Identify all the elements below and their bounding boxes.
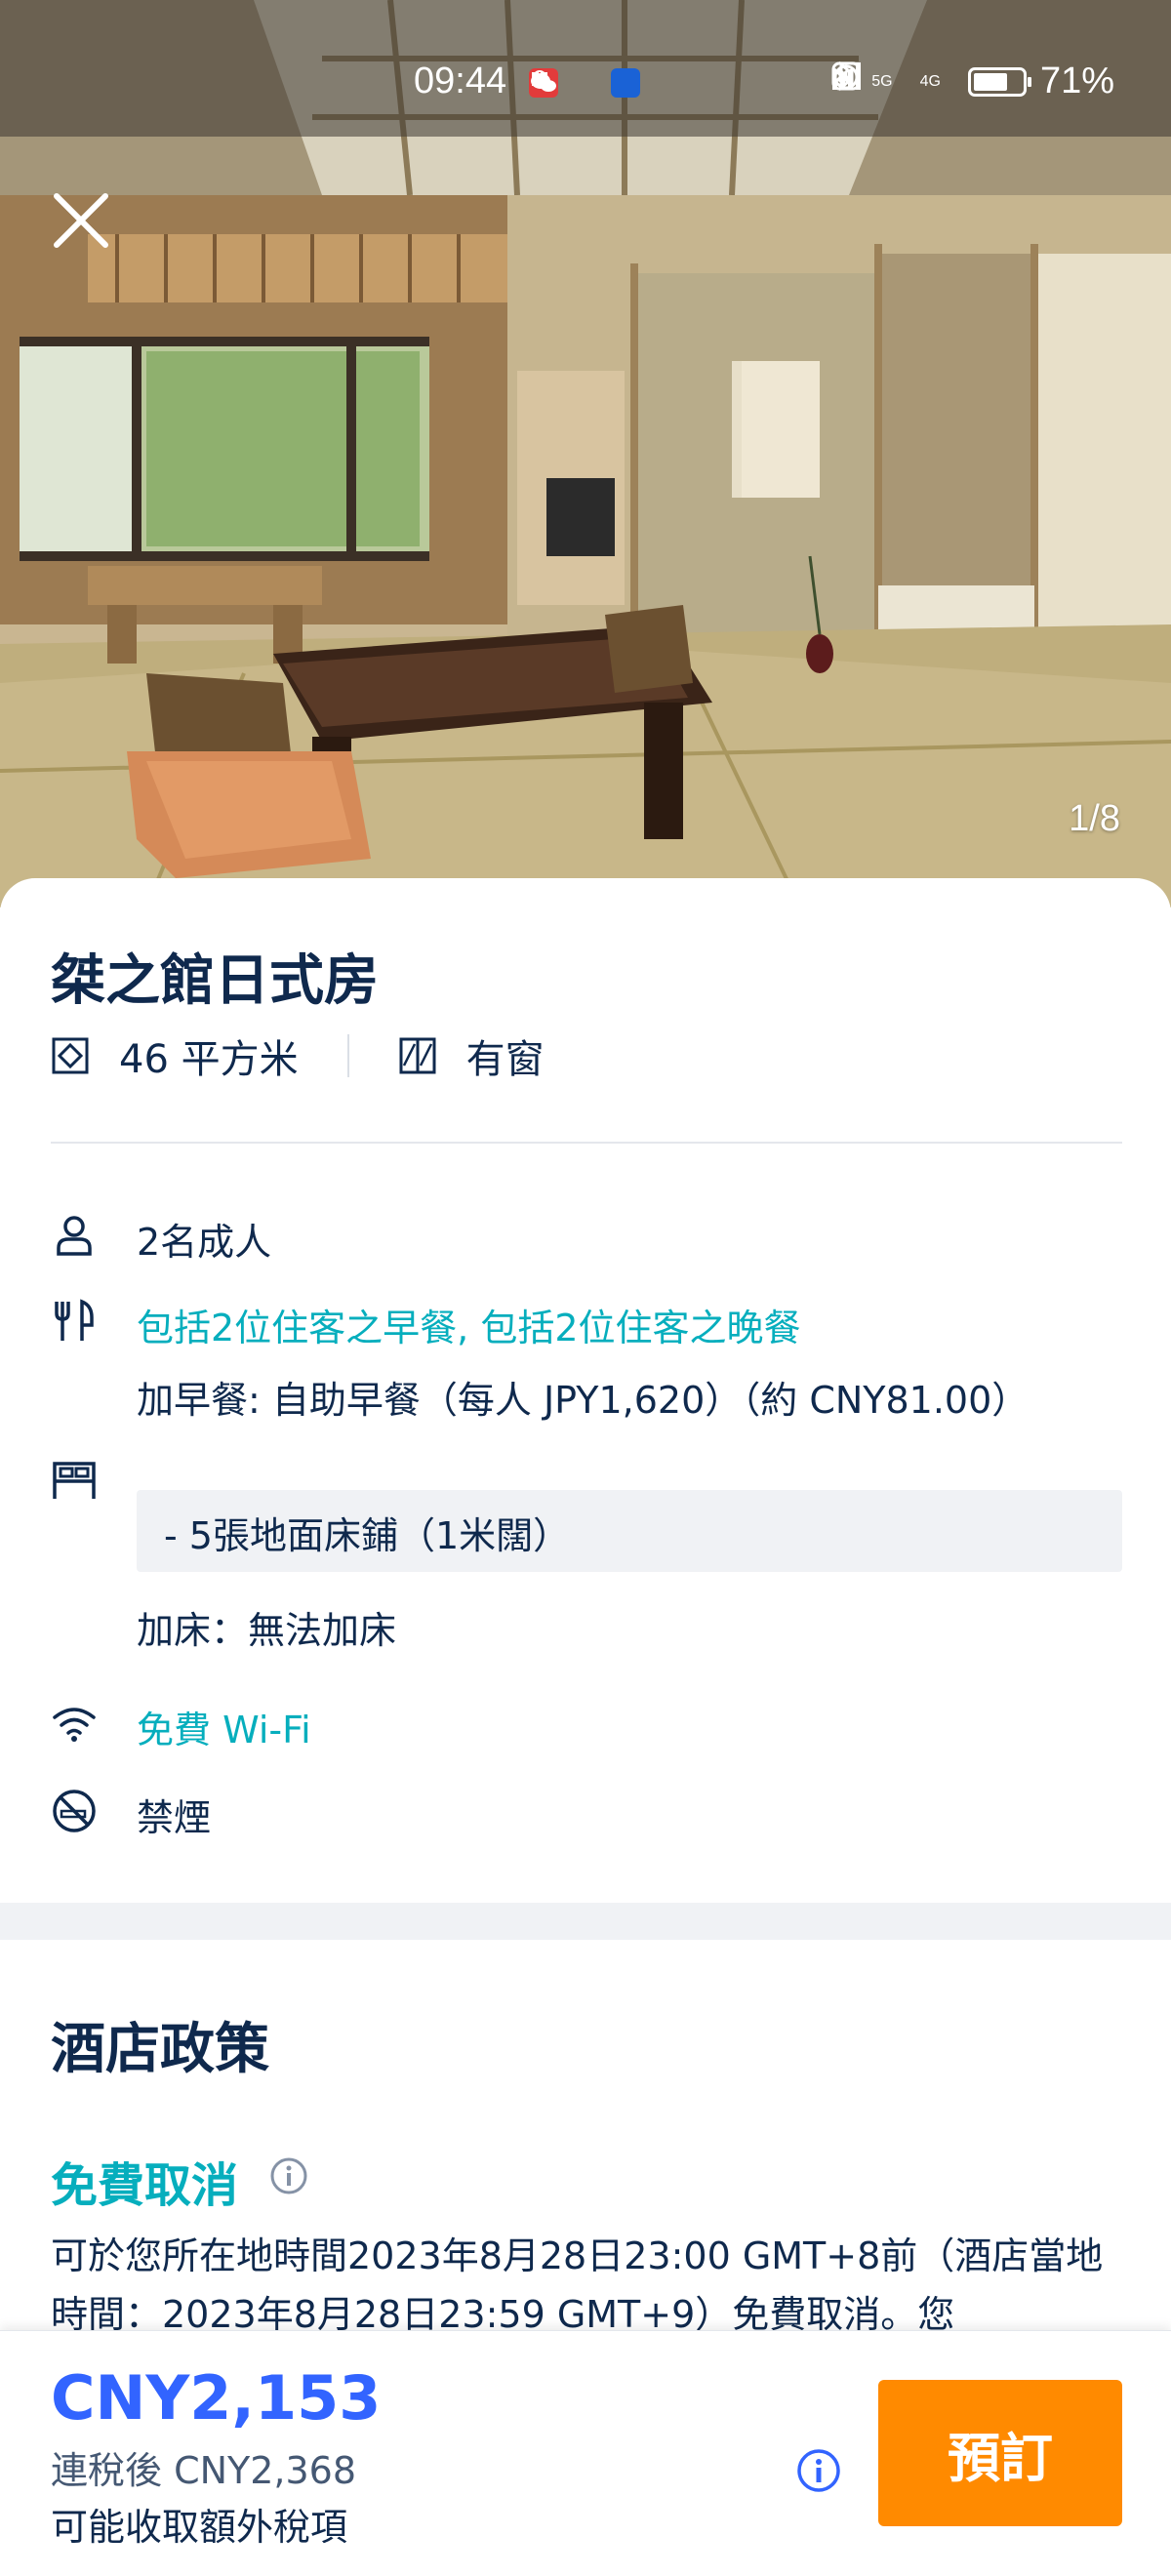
network-type-2: 4G [919,72,941,90]
meals-included-text: 包括2位住客之早餐, 包括2位住客之晚餐 [137,1307,801,1349]
room-area-text: 46 平方米 [119,1037,299,1082]
notification-icons [529,68,640,98]
lightbulb-app-icon [533,68,640,98]
battery-percent: 71% [1039,60,1114,101]
bed-type-text: - 5張地面床鋪（1米闊） [164,1514,571,1557]
status-bar: 09:44 5G 4G 71% [0,0,1171,137]
cutlery-icon [55,1299,94,1341]
divider [51,1142,1122,1144]
policy-title: 酒店政策 [51,2018,269,2081]
room-features: 46 平方米 有窗 [51,1026,545,1085]
booking-bar: CNY2,153 連稅後 CNY2,368 可能收取額外稅項 預訂 [0,2330,1171,2576]
extra-bed-text: 加床：無法加床 [137,1609,397,1652]
area-icon [52,1037,89,1074]
network-type-1: 5G [871,72,893,90]
room-window: 有窗 [398,1027,545,1084]
wifi-icon [53,1708,96,1742]
cancel-info-icon[interactable] [269,2156,308,2195]
wifi-text: 免費 Wi-Fi [137,1709,311,1751]
no-smoking-icon [53,1790,96,1832]
smoking-text: 禁煙 [137,1796,212,1839]
window-icon [399,1037,436,1074]
photo-counter: 1/8 [1069,798,1120,839]
tax-note: 可能收取額外稅項 [51,2506,348,2549]
price-info-icon[interactable] [796,2448,841,2493]
battery-icon [967,66,1031,97]
price-with-tax: 連稅後 CNY2,368 [51,2449,357,2492]
section-gap [0,1903,1171,1940]
book-button[interactable]: 預訂 [878,2380,1122,2526]
room-area: 46 平方米 [51,1027,299,1084]
status-indicators: 5G 4G 71% [830,60,1114,102]
cancel-policy-text: 可於您所在地時間2023年8月28日23:00 GMT+8前（酒店當地時間：20… [51,2234,1104,2336]
status-time: 09:44 [414,60,507,101]
room-detail-page: 09:44 5G 4G 71% 1/8 桀之館日式房 46 平方米 有窗 2名成… [0,0,1171,2576]
room-title: 桀之館日式房 [51,949,379,1013]
wechat-icon [531,68,599,98]
room-info-card: 桀之館日式房 46 平方米 有窗 2名成人 包括2位住客之早餐, 包括2位住客之… [0,878,1171,2576]
room-window-text: 有窗 [465,1037,545,1082]
occupancy-text: 2名成人 [137,1221,272,1264]
person-icon [57,1216,92,1256]
room-price: CNY2,153 [51,2362,382,2434]
bed-info-box: - 5張地面床鋪（1米闊） [137,1490,1122,1572]
feature-divider [346,1034,349,1077]
close-icon [54,193,108,248]
close-button[interactable] [51,190,129,268]
free-cancel-title: 免費取消 [51,2158,239,2213]
room-photo[interactable]: 09:44 5G 4G 71% 1/8 [0,0,1171,907]
extra-breakfast-text: 加早餐: 自助早餐（每人 JPY1,620）（約 CNY81.00） [137,1379,1030,1422]
bed-icon [53,1462,96,1499]
